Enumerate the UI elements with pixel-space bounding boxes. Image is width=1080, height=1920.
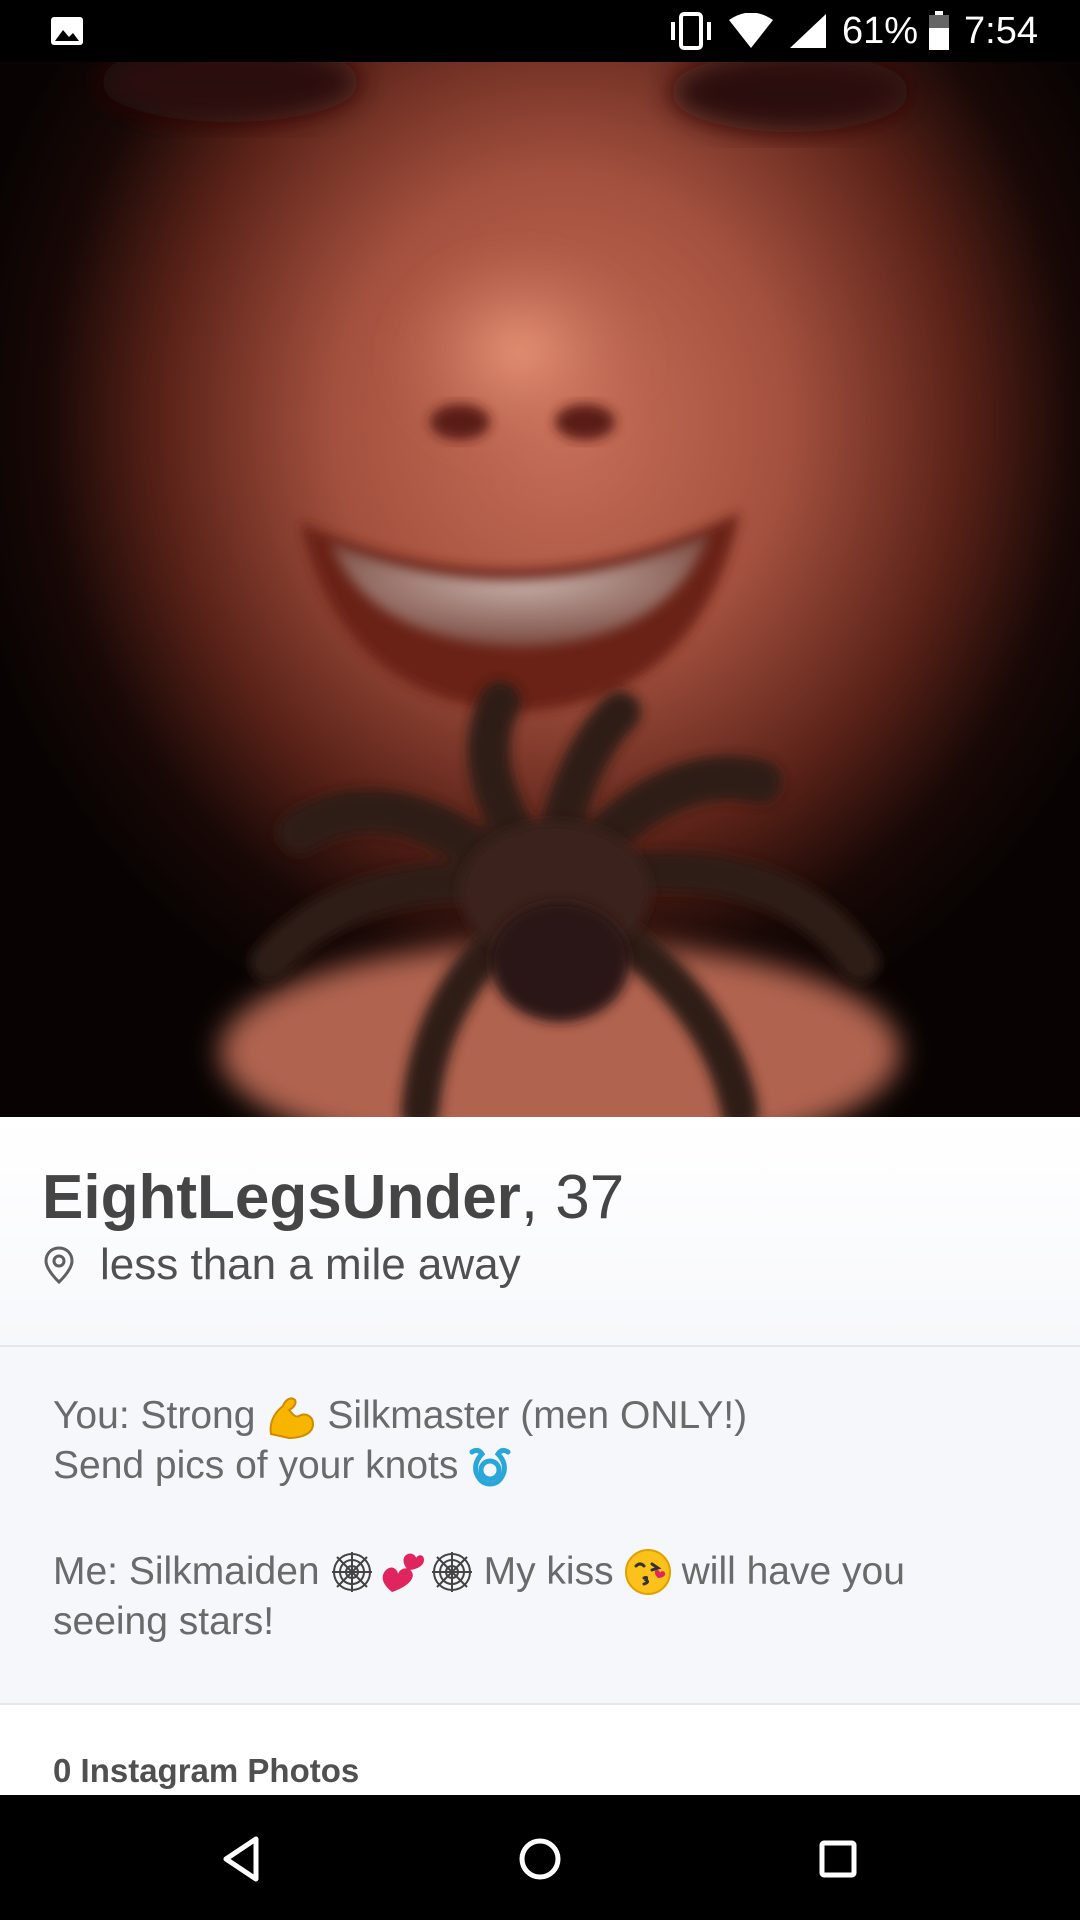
battery-icon <box>929 11 950 50</box>
distance-text: less than a mile away <box>100 1240 521 1289</box>
status-bar: 61% 7:54 <box>0 0 1080 62</box>
notification-area <box>50 16 84 46</box>
bio-text: Send pics of your knots <box>53 1444 459 1487</box>
kissing-face-emoji <box>624 1548 672 1596</box>
curly-loop-emoji <box>468 1444 512 1488</box>
battery-percent: 61% <box>841 9 919 52</box>
cell-signal-icon <box>789 14 826 48</box>
profile-name: EightLegsUnder <box>42 1163 521 1232</box>
recents-icon[interactable] <box>808 1829 868 1889</box>
bio-text: will have you <box>681 1550 905 1593</box>
spider-web-emoji <box>330 1550 374 1594</box>
vibrate-icon <box>670 12 711 50</box>
bio-line-1: You: Strong Silkmaster (men ONLY!) <box>53 1392 747 1440</box>
profile-photo[interactable] <box>0 62 1080 1117</box>
bio-line-3: Me: Silkmaiden My kiss will have you <box>53 1548 905 1596</box>
profile-age: 37 <box>555 1163 625 1232</box>
bio-line-4: seeing stars! <box>53 1600 274 1644</box>
heart-emoji <box>378 1548 426 1596</box>
wifi-icon <box>728 13 773 48</box>
bio-text: seeing stars! <box>53 1600 275 1643</box>
profile-name-age: EightLegsUnder, 37 <box>42 1162 624 1233</box>
back-icon[interactable] <box>212 1829 272 1889</box>
clock: 7:54 <box>964 9 1038 52</box>
bio-line-2: Send pics of your knots <box>53 1444 522 1488</box>
home-icon[interactable] <box>510 1829 570 1889</box>
bio-text: Silkmaster (men ONLY!) <box>327 1394 748 1437</box>
flexed-biceps-emoji <box>265 1392 317 1440</box>
bio-text: Me: Silkmaiden <box>53 1550 320 1593</box>
name-age-separator: , <box>520 1163 539 1232</box>
profile-photo-art <box>100 62 910 1117</box>
bio-text: You: Strong <box>53 1394 256 1437</box>
bio-text: My kiss <box>483 1550 614 1593</box>
gallery-icon <box>51 17 83 45</box>
location-pin-icon <box>44 1246 74 1284</box>
instagram-photos-label: 0 Instagram Photos <box>53 1752 360 1789</box>
status-icons: 61% 7:54 <box>668 0 1038 62</box>
navigation-bar <box>0 1795 1080 1920</box>
distance-row: less than a mile away <box>44 1240 521 1290</box>
spider-web-emoji <box>430 1550 474 1594</box>
